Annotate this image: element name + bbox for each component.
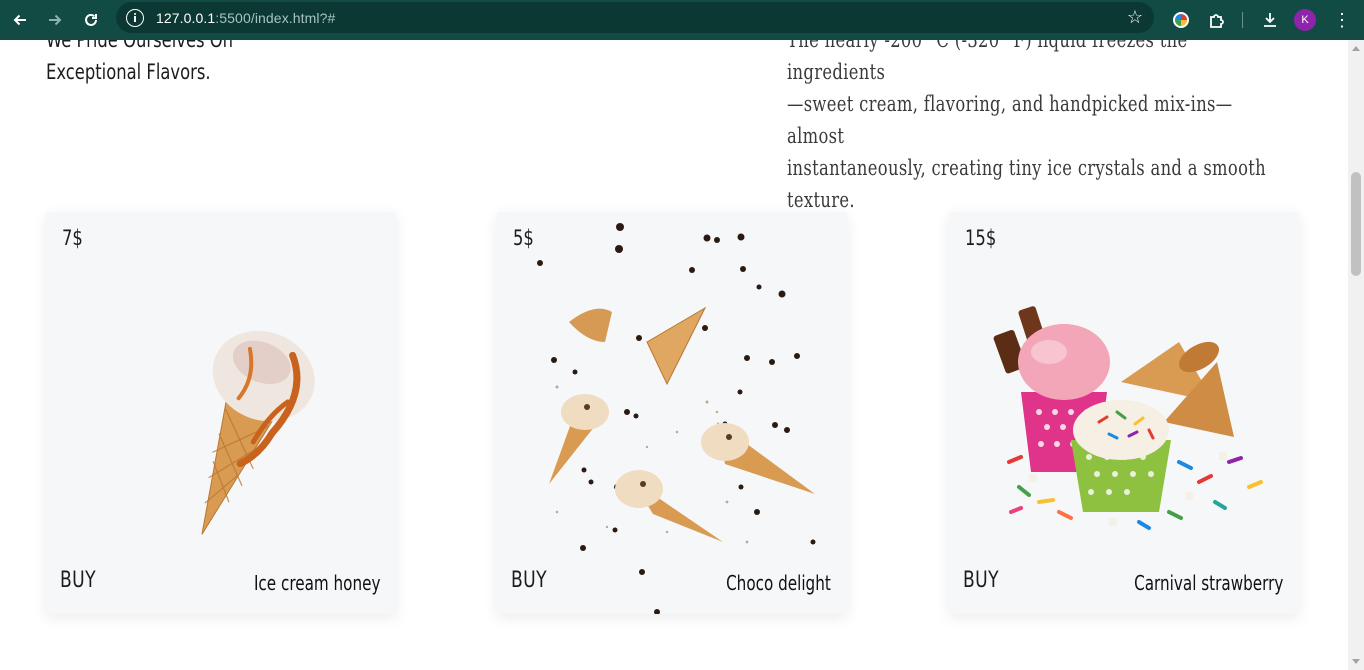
toolbar-divider	[1242, 12, 1243, 28]
ice-cream-honey-image	[201, 330, 315, 535]
page-viewport: We Pride Ourselves On Exceptional Flavor…	[0, 40, 1348, 670]
kebab-menu-icon[interactable]: ⋮	[1328, 6, 1356, 34]
puzzle-extensions-icon[interactable]	[1203, 6, 1231, 34]
hero-tagline: We Pride Ourselves On Exceptional Flavor…	[46, 40, 280, 88]
product-card[interactable]: 5$ BUY Choco delight	[497, 212, 847, 614]
url-host: 127.0.0.1	[156, 9, 216, 26]
forward-arrow-icon[interactable]	[41, 6, 69, 34]
download-icon[interactable]	[1256, 6, 1284, 34]
product-card[interactable]: 7$ BUY Ice cream honey	[46, 212, 396, 614]
product-name: Ice cream honey	[253, 571, 380, 595]
hero-description-line: instantaneously, creating tiny ice cryst…	[787, 156, 1267, 180]
product-price: 15$	[965, 226, 997, 250]
url-path: :5500/index.html?#	[215, 9, 336, 26]
scroll-up-arrow-icon[interactable]	[1352, 46, 1360, 51]
profile-avatar[interactable]: K	[1291, 6, 1319, 34]
choco-delight-image	[537, 223, 816, 614]
scroll-down-arrow-icon[interactable]	[1352, 659, 1360, 664]
product-name: Carnival strawberry	[1133, 571, 1283, 595]
bookmark-star-icon[interactable]: ☆	[1127, 7, 1143, 27]
address-bar[interactable]: 127.0.0.1:5500/index.html?# ☆	[116, 2, 1154, 33]
url-text: 127.0.0.1:5500/index.html?#	[156, 10, 335, 26]
hero-description-line: The nearly -200° C (-320° F) liquid free…	[787, 40, 1188, 84]
vertical-scrollbar[interactable]	[1348, 40, 1364, 670]
buy-button[interactable]: BUY	[963, 568, 999, 593]
color-extension-icon[interactable]	[1167, 6, 1195, 34]
buy-button[interactable]: BUY	[511, 568, 547, 593]
browser-toolbar: 127.0.0.1:5500/index.html?# ☆ K ⋮	[0, 0, 1364, 40]
carnival-strawberry-image	[993, 306, 1263, 530]
hero-description-line: —sweet cream, flavoring, and handpicked …	[787, 92, 1233, 148]
scroll-thumb[interactable]	[1351, 172, 1361, 276]
product-name: Choco delight	[726, 571, 831, 595]
buy-button[interactable]: BUY	[60, 568, 96, 593]
hero-description: The nearly -200° C (-320° F) liquid free…	[787, 40, 1286, 216]
product-card[interactable]: 15$ BUY Carnival strawberry	[949, 212, 1299, 614]
hero-tagline-line: Exceptional Flavors.	[46, 60, 211, 84]
product-price: 5$	[513, 226, 534, 250]
site-info-icon[interactable]	[126, 8, 144, 27]
hero-tagline-line: We Pride Ourselves On	[46, 40, 234, 52]
back-arrow-icon[interactable]	[6, 6, 34, 34]
product-price: 7$	[62, 226, 83, 250]
profile-initial: K	[1294, 9, 1316, 31]
reload-icon[interactable]	[77, 6, 105, 34]
